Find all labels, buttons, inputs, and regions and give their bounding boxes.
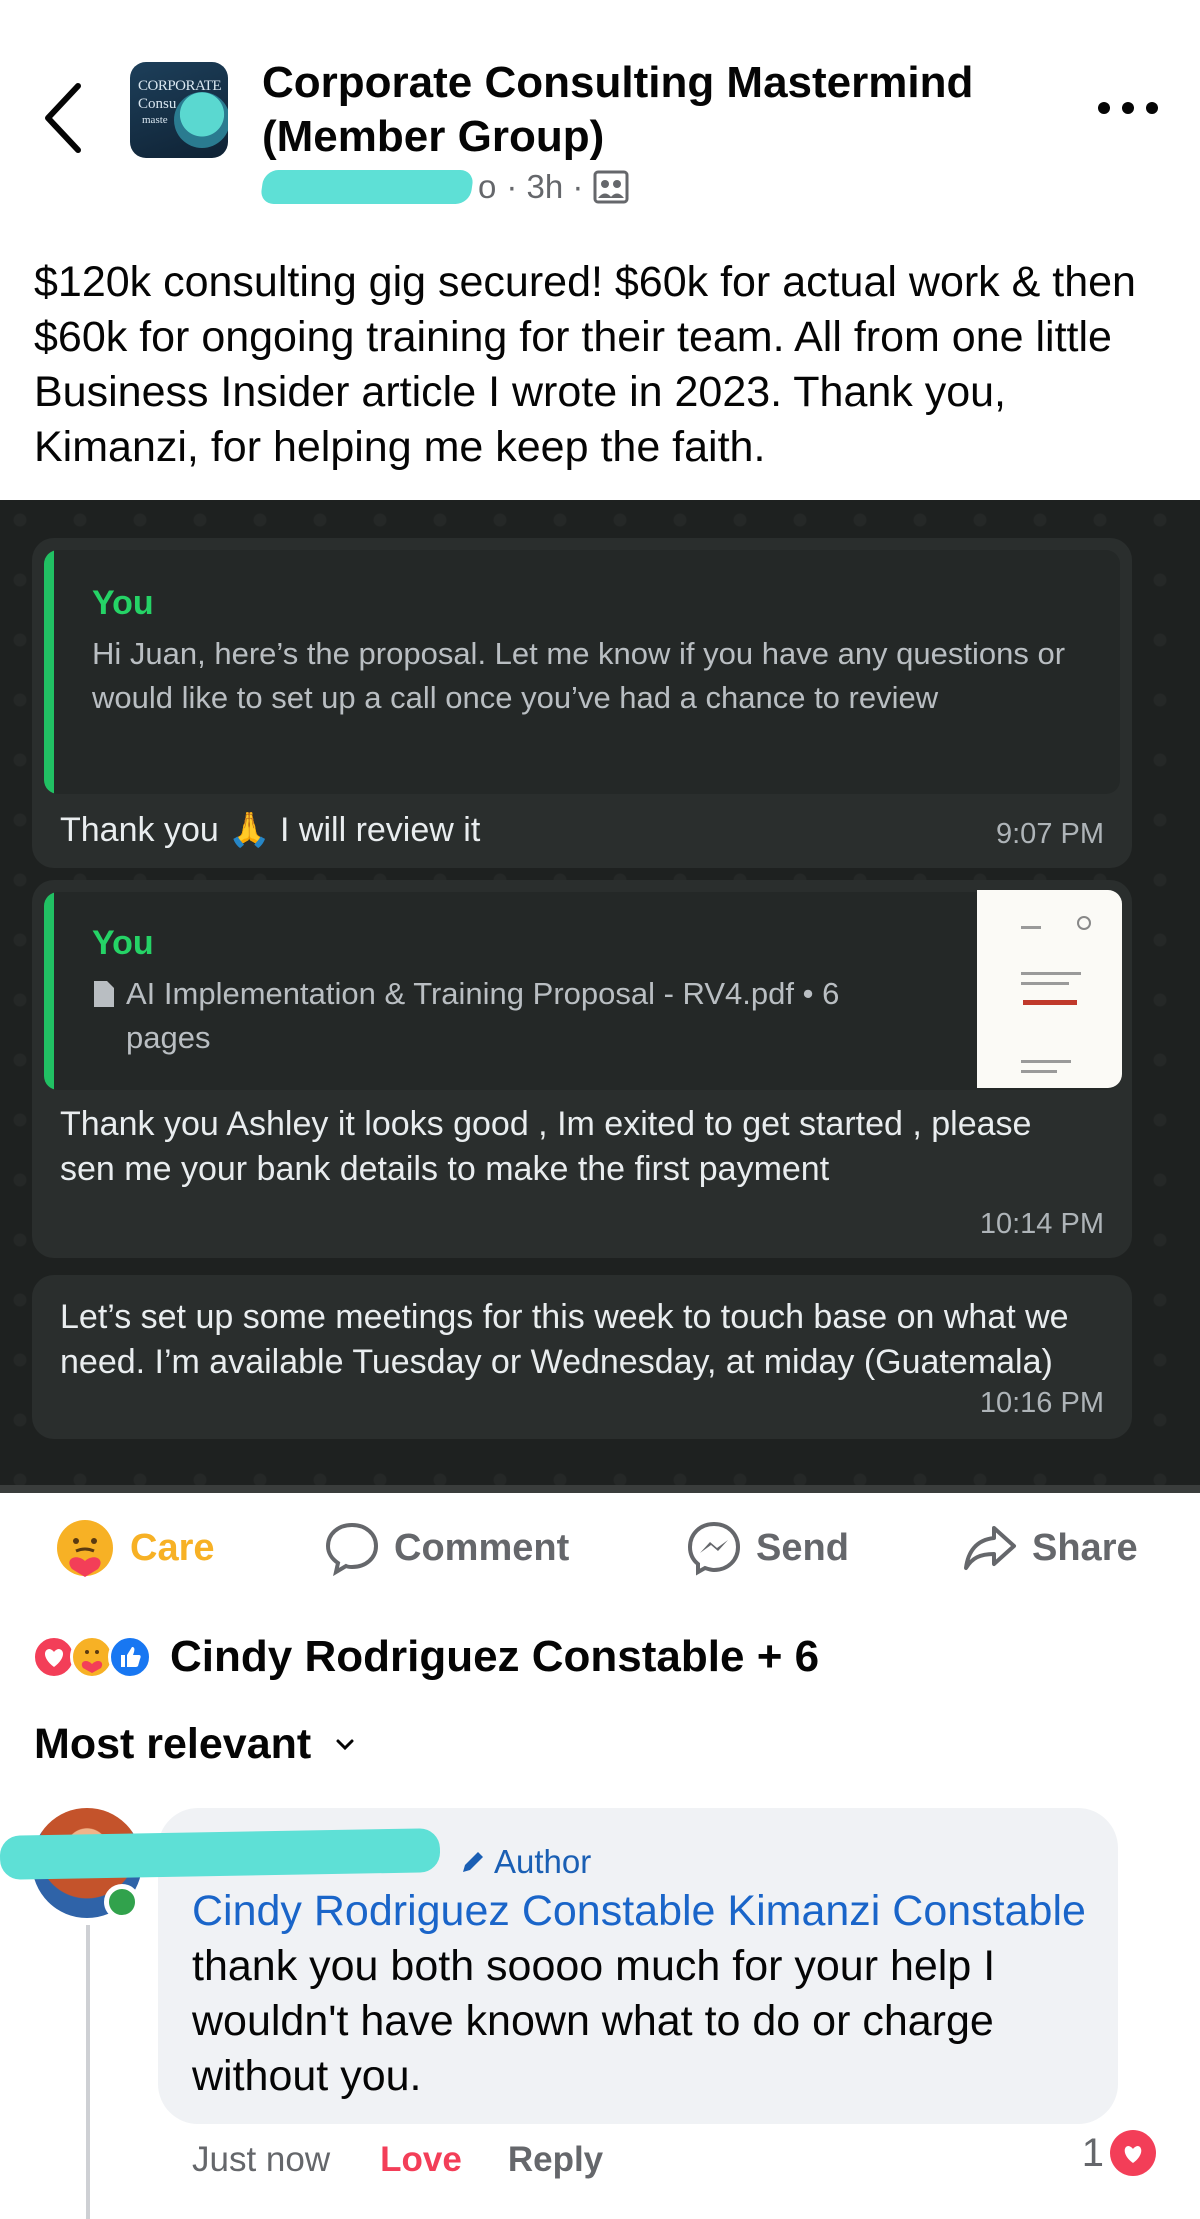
online-status-indicator [104,1884,140,1920]
post-actions: Care Comment Send Share [0,1508,1200,1588]
message-time: 9:07 PM [996,818,1104,850]
message-text: Let’s set up some meetings for this week… [60,1298,1069,1381]
post-meta: o · 3h · [259,168,629,206]
redacted-commenter-name [0,1828,441,1880]
quoted-message: You Hi Juan, here’s the proposal. Let me… [44,550,1120,794]
share-label: Share [1032,1526,1138,1569]
member-avatar-overlay [174,92,228,148]
comment-label: Comment [394,1526,570,1569]
quote-text: Hi Juan, here’s the proposal. Let me kno… [92,636,1066,715]
author-name-suffix[interactable]: o [478,168,496,206]
send-button[interactable]: Send [686,1518,849,1578]
comments-sort-dropdown[interactable]: Most relevant [34,1720,355,1769]
chat-screenshot[interactable]: You Hi Juan, here’s the proposal. Let me… [0,500,1200,1493]
message-time: 10:16 PM [979,1387,1104,1419]
comment-button[interactable]: Comment [324,1518,569,1578]
post-text: $120k consulting gig secured! $60k for a… [34,258,1136,471]
comment-time: Just now [192,2140,331,2179]
message-time: 10:14 PM [979,1208,1104,1240]
quote-author: You [92,584,154,622]
redacted-author-name [259,170,475,204]
chat-message: You AI Implementation & Training Proposa… [32,880,1132,1258]
pencil-icon [463,1852,483,1872]
share-icon [964,1526,1016,1570]
send-label: Send [756,1526,849,1569]
quote-author: You [92,924,154,962]
heart-icon [1110,2130,1156,2176]
pray-emoji-icon: 🙏 [228,811,271,849]
love-reaction-button[interactable]: Love [380,2140,462,2180]
quote-accent-bar [44,892,54,1090]
messenger-icon [687,1521,741,1576]
comment-reaction-count[interactable]: 1 [1082,2130,1156,2176]
comment-body: thank you both soooo much for your help … [192,1942,996,2100]
avatar-text: maste [142,114,168,126]
document-icon [94,981,114,1007]
like-reaction-icon [108,1635,152,1679]
chevron-left-icon[interactable] [40,78,90,158]
quote-accent-bar [44,550,54,794]
group-audience-icon [593,170,629,204]
avatar-text: Consu [138,96,177,112]
message-text-part: I will review it [280,811,481,849]
sort-label: Most relevant [34,1720,312,1768]
group-name[interactable]: Corporate Consulting Mastermind (Member … [262,56,1062,164]
reactions-summary[interactable]: Cindy Rodriguez Constable + 6 [32,1628,819,1686]
reaction-names: Cindy Rodriguez Constable + 6 [170,1632,820,1681]
pdf-thumbnail[interactable] [977,890,1122,1088]
post-time: · 3h · [506,168,584,205]
chat-message: Let’s set up some meetings for this week… [32,1275,1132,1439]
reply-button[interactable]: Reply [508,2140,603,2180]
chat-message: You Hi Juan, here’s the proposal. Let me… [32,538,1132,868]
group-avatar[interactable]: CORPORATE Consu maste [130,62,228,158]
care-label: Care [130,1526,215,1569]
attachment-name: AI Implementation & Training Proposal - … [126,976,840,1055]
quote-text: AI Implementation & Training Proposal - … [92,972,922,1060]
quoted-message: You AI Implementation & Training Proposa… [44,892,1120,1090]
message-text: Thank you Ashley it looks good , Im exit… [60,1105,1032,1188]
share-button[interactable]: Share [962,1518,1138,1578]
chat-divider [0,1485,1200,1493]
care-button[interactable]: Care [54,1518,215,1578]
message-text: Thank you 🙏 I will review it [60,808,480,853]
comment-text: Cindy Rodriguez Constable Kimanzi Consta… [192,1884,1092,2104]
post-header: CORPORATE Consu maste Corporate Consulti… [0,0,1200,240]
comment-actions: Just now Love Reply [192,2140,603,2180]
reaction-count: 1 [1081,2130,1104,2175]
chevron-down-icon [336,1739,354,1750]
mentioned-users[interactable]: Cindy Rodriguez Constable Kimanzi Consta… [192,1887,1086,1935]
more-horizontal-icon[interactable] [1098,102,1158,122]
thread-line [86,1925,90,2219]
pdf-thumbnail-accent [1023,1000,1077,1005]
author-badge: Author [458,1843,591,1881]
care-reaction-icon [57,1520,113,1577]
comment-icon [325,1522,379,1576]
author-badge-label: Author [494,1843,592,1880]
message-text-part: Thank you [60,811,219,849]
